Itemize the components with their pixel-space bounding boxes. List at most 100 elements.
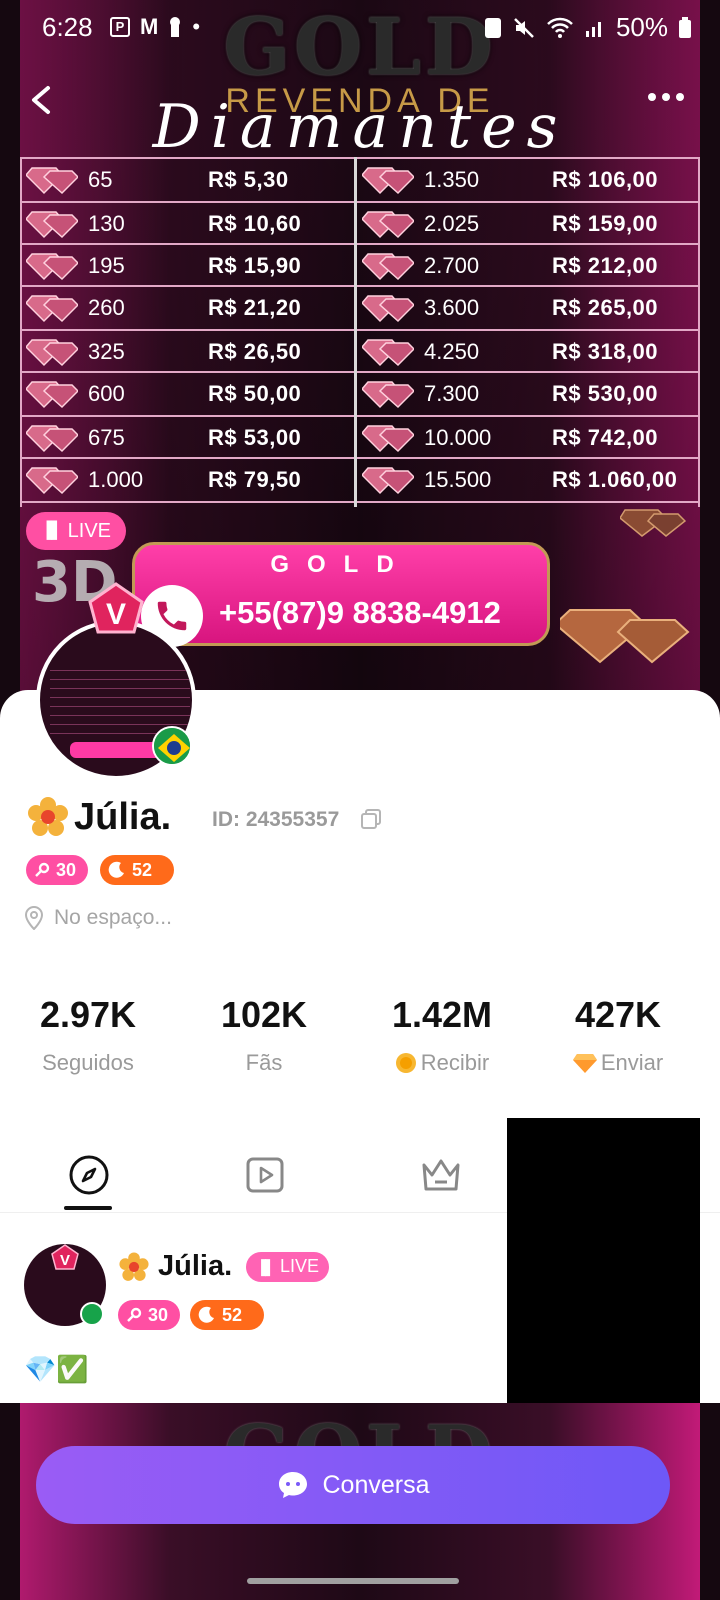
svg-text:V: V [60,1252,70,1269]
price-row: 260 R$ 21,20 [20,287,350,329]
post-author-row: Júlia. ▐▌ LIVE [118,1250,330,1283]
diamond-quantity: 325 [88,339,125,364]
diamond-icon [24,379,80,409]
more-dots-icon [648,93,684,101]
post-charm-level-value: 52 [222,1304,243,1325]
moon-small-icon [198,1306,214,1323]
live-bars-small-icon: ▐▌ [256,1258,275,1275]
post-live-label: LIVE [280,1256,320,1276]
crown-icon [422,1159,460,1191]
tab-moments[interactable] [64,1150,114,1200]
diamond-price: R$ 50,00 [208,381,302,406]
battery-icon [679,16,691,38]
diamond-quantity: 65 [88,167,113,192]
diamond-quantity: 1.000 [88,467,144,492]
diamond-icon [360,165,416,195]
active-tab-indicator [64,1206,112,1210]
stat-fans[interactable]: 102K Fãs [176,994,352,1076]
diamond-price: R$ 26,50 [208,339,302,364]
post-wealth-level-badge: 30 [118,1300,180,1330]
gmail-icon: M [140,14,159,39]
copy-icon[interactable] [360,808,382,830]
diamond-price: R$ 79,50 [208,467,302,492]
avatar-mini-price-table [50,662,190,736]
live-badge-label: LIVE [67,519,112,542]
wealth-level-value: 30 [56,859,77,880]
compass-icon [69,1155,109,1195]
notification-dot-icon: • [192,14,201,39]
price-row: 2.025 R$ 159,00 [356,203,686,245]
diamond-quantity: 260 [88,295,125,320]
diamond-price: R$ 106,00 [552,167,659,192]
stat-sent-value: 427K [574,994,662,1035]
chat-button[interactable]: Conversa [36,1446,670,1524]
stat-following[interactable]: 2.97K Seguidos [0,994,176,1076]
price-row: 7.300 R$ 530,00 [356,373,686,415]
wifi-icon [547,17,573,38]
diamond-icon [24,423,80,453]
location-row: No espaço... [24,906,172,930]
nfc-icon [484,17,501,38]
diamond-icon [572,1054,597,1073]
price-row: 195 R$ 15,90 [20,245,350,287]
diamond-price: R$ 742,00 [552,425,659,450]
diamond-quantity: 1.350 [424,167,480,192]
diamond-quantity: 3.600 [424,295,480,320]
diamond-quantity: 2.700 [424,253,480,278]
back-button[interactable] [22,80,62,120]
keyhole-icon [170,17,181,37]
vip-v-badge-icon: V [88,582,144,634]
diamond-price: R$ 530,00 [552,381,659,406]
live-badge[interactable]: ▐▌ LIVE [26,512,126,550]
diamond-icon [24,209,80,239]
diamond-icon [360,337,416,367]
stat-sent[interactable]: 427K Enviar [530,994,706,1076]
diamond-price: R$ 21,20 [208,295,302,320]
tab-honors[interactable] [416,1150,466,1200]
diamond-price: R$ 318,00 [552,339,659,364]
diamond-price: R$ 1.060,00 [552,467,678,492]
key-small-icon [127,1307,142,1322]
stat-received[interactable]: 1.42M Recibir [354,994,530,1076]
battery-percent: 50% [615,12,668,42]
diamond-quantity: 15.500 [424,467,492,492]
profile-name: Júlia. [74,795,172,838]
svg-text:V: V [106,598,126,631]
diamond-icon [24,337,80,367]
vip-v-badge-small-icon: V [51,1244,79,1270]
location-pin-icon [24,906,44,930]
status-notification-icons: P M • [110,14,200,40]
more-options-button[interactable] [644,82,688,112]
price-row: 4.250 R$ 318,00 [356,331,686,373]
diamond-icon [24,165,80,195]
diamond-icon [360,379,416,409]
redacted-area [507,1118,700,1448]
post-live-badge[interactable]: ▐▌ LIVE [246,1251,330,1282]
status-time: 6:28 [42,12,93,42]
diamond-quantity: 7.300 [424,381,480,406]
diamond-icon [360,251,416,281]
diamond-icon [360,465,416,495]
stat-following-label: Seguidos [42,1050,134,1075]
diamond-price: R$ 15,90 [208,253,302,278]
diamond-icon [360,293,416,323]
flower-small-icon [119,1251,149,1281]
diamond-quantity: 130 [88,211,125,236]
decorative-diamonds-icon [560,609,690,664]
stat-received-value: 1.42M [391,994,493,1035]
contact-phone-number: +55(87)9 8838-4912 [219,595,501,630]
mute-icon [514,17,534,38]
status-system-icons: 50% [484,12,692,43]
chat-button-label: Conversa [322,1470,430,1499]
diamond-icon [360,423,416,453]
price-row: 130 R$ 10,60 [20,203,350,245]
status-bar: 6:28 P M • 50% [0,0,720,54]
tab-videos[interactable] [240,1150,290,1200]
home-indicator[interactable] [247,1578,459,1584]
post-caption-text: 💎✅ [24,1354,89,1384]
profile-avatar[interactable]: V [36,582,196,780]
flower-icon [28,797,68,836]
stat-following-value: 2.97K [39,994,137,1035]
diamond-icon [24,465,80,495]
post-author-name: Júlia. [158,1250,233,1282]
